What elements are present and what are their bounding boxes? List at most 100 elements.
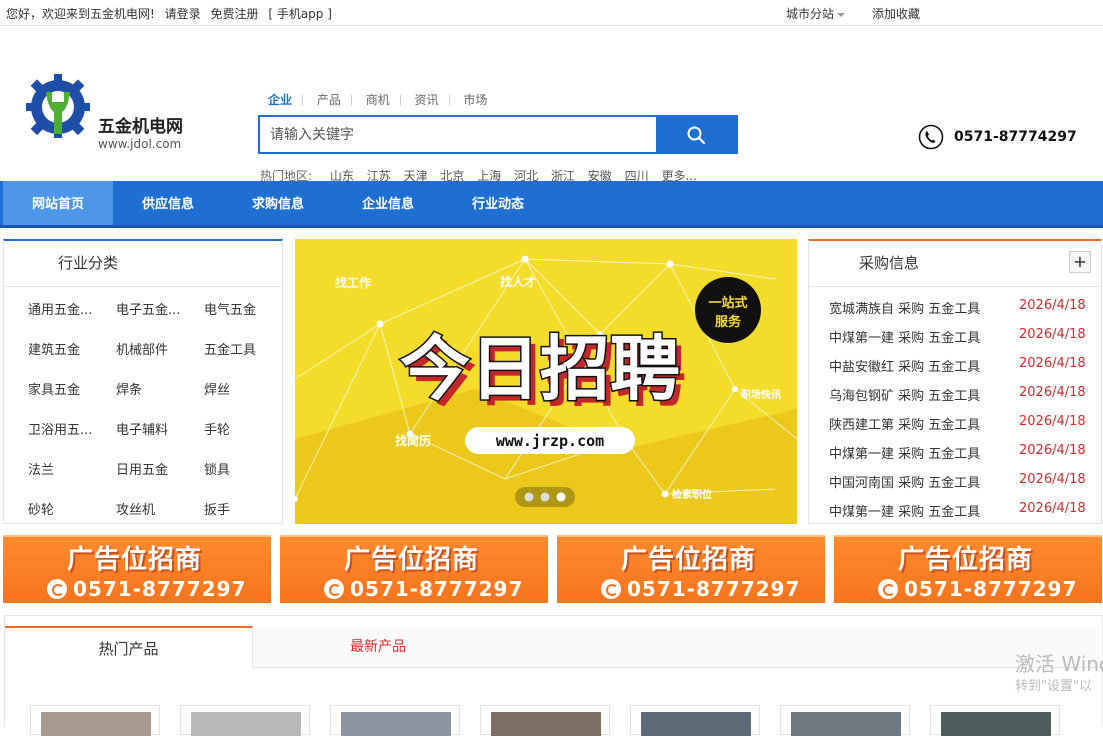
- purchase-row-date: 2026/4/18: [1019, 472, 1086, 487]
- mobile-app-link[interactable]: [ 手机app ]: [268, 7, 332, 21]
- category-link[interactable]: 机械部件: [116, 339, 196, 358]
- ad-banner[interactable]: 广告位招商 0571-8777297: [834, 535, 1102, 603]
- search-input[interactable]: [260, 117, 657, 152]
- nav-industry-news[interactable]: 行业动态: [443, 181, 553, 225]
- ad-phone: 0571-8777297: [601, 577, 800, 601]
- purchase-row[interactable]: 乌海包钢矿 采购 五金工具 2026/4/18: [829, 385, 1101, 404]
- search-tabs: 企业 产品 商机 资讯 市场: [268, 91, 493, 108]
- category-link[interactable]: 五金工具: [204, 339, 284, 358]
- category-link[interactable]: 建筑五金: [28, 339, 108, 358]
- category-link[interactable]: 手轮: [204, 419, 284, 438]
- purchase-row-date: 2026/4/18: [1019, 327, 1086, 342]
- top-bar-left: 您好，欢迎来到五金机电网! 请登录 免费注册 [ 手机app ]: [6, 5, 338, 22]
- ad-phone: 0571-8777297: [47, 577, 246, 601]
- nav-supply[interactable]: 供应信息: [113, 181, 223, 225]
- ad-banner[interactable]: 广告位招商 0571-8777297: [557, 535, 825, 603]
- nav-company[interactable]: 企业信息: [333, 181, 443, 225]
- login-link[interactable]: 请登录: [165, 7, 201, 21]
- purchase-row[interactable]: 中煤第一建 采购 五金工具 2026/4/18: [829, 327, 1101, 346]
- os-activation-watermark-sub: 转到"设置"以: [1015, 679, 1092, 694]
- category-link[interactable]: 日用五金: [116, 459, 196, 478]
- category-link[interactable]: 扳手: [204, 499, 284, 518]
- category-link[interactable]: 砂轮: [28, 499, 108, 518]
- phone-icon: [324, 579, 344, 599]
- purchase-row-text: 陕西建工第 采购 五金工具: [829, 418, 981, 433]
- product-image: [641, 712, 751, 736]
- brand-url: www.jdol.com: [98, 137, 182, 151]
- search-tab-product[interactable]: 产品: [317, 91, 341, 108]
- welcome-text: 您好，欢迎来到五金机电网!: [6, 7, 155, 21]
- category-link[interactable]: 通用五金...: [28, 299, 108, 318]
- nav-home[interactable]: 网站首页: [3, 181, 113, 225]
- banner-url: www.jrzp.com: [496, 432, 604, 450]
- brand-name[interactable]: 五金机电网: [98, 112, 183, 137]
- ad-phone: 0571-8777297: [878, 577, 1077, 601]
- product-thumbnail[interactable]: [480, 705, 610, 736]
- ad-title: 广告位招商: [621, 545, 757, 575]
- top-bar: 您好，欢迎来到五金机电网! 请登录 免费注册 [ 手机app ] 城市分站 添加…: [0, 0, 1103, 26]
- product-thumbnail[interactable]: [180, 705, 310, 736]
- category-link[interactable]: 电气五金: [204, 299, 284, 318]
- carousel-dot[interactable]: [524, 492, 534, 502]
- category-link[interactable]: 法兰: [28, 459, 108, 478]
- category-link[interactable]: 电子五金...: [116, 299, 196, 318]
- tab-divider: [399, 95, 401, 106]
- register-link[interactable]: 免费注册: [210, 7, 258, 21]
- ad-stripe: [280, 535, 548, 537]
- gear-wrench-logo-icon[interactable]: [26, 72, 90, 160]
- category-link[interactable]: 卫浴用五...: [28, 419, 108, 438]
- banner-badge-line1: 一站式: [708, 295, 747, 311]
- search-tab-market[interactable]: 市场: [463, 91, 487, 108]
- banner-tag: 职场快讯: [741, 388, 781, 401]
- search-button[interactable]: [656, 117, 736, 152]
- carousel-dot-active[interactable]: [556, 492, 566, 502]
- product-thumbnail[interactable]: [930, 705, 1060, 736]
- category-link[interactable]: 焊条: [116, 379, 196, 398]
- tab-hot-products[interactable]: 热门产品: [5, 626, 253, 669]
- ad-phone-number: 0571-8777297: [627, 577, 801, 601]
- product-thumbnail[interactable]: [780, 705, 910, 736]
- ad-title: 广告位招商: [898, 545, 1034, 575]
- city-station-dropdown[interactable]: 城市分站: [786, 5, 846, 22]
- add-favorite-link[interactable]: 添加收藏: [872, 5, 920, 22]
- ad-banner[interactable]: 广告位招商 0571-8777297: [3, 535, 271, 603]
- product-thumbnail[interactable]: [330, 705, 460, 736]
- purchase-row-text: 宽城满族自 采购 五金工具: [829, 302, 981, 317]
- search-tab-business[interactable]: 商机: [366, 91, 390, 108]
- search-tab-news[interactable]: 资讯: [415, 91, 439, 108]
- more-purchase-button[interactable]: +: [1069, 251, 1091, 273]
- purchase-row[interactable]: 中煤第一建 采购 五金工具 2026/4/18: [829, 443, 1101, 462]
- carousel-dot[interactable]: [540, 492, 550, 502]
- purchase-row[interactable]: 中煤第一建 采购 五金工具 2026/4/18: [829, 501, 1101, 520]
- purchase-row[interactable]: 陕西建工第 采购 五金工具 2026/4/18: [829, 414, 1101, 433]
- product-image: [941, 712, 1051, 736]
- recruitment-banner[interactable]: 一站式 服务 今日招聘 今日招聘 www.jrzp.com 找工作 找人才 找简…: [295, 239, 797, 524]
- category-link[interactable]: 电子辅料: [116, 419, 196, 438]
- nav-purchase[interactable]: 求购信息: [223, 181, 333, 225]
- tab-new-products[interactable]: 最新产品: [253, 626, 503, 668]
- purchase-row-date: 2026/4/18: [1019, 443, 1086, 458]
- purchase-row-text: 中盐安徽红 采购 五金工具: [829, 360, 981, 375]
- product-thumbnail[interactable]: [630, 705, 760, 736]
- category-link[interactable]: 家具五金: [28, 379, 108, 398]
- purchase-row[interactable]: 宽城满族自 采购 五金工具 2026/4/18: [829, 298, 1101, 317]
- banner-tag: 找人才: [500, 274, 536, 289]
- search-tab-company[interactable]: 企业: [268, 91, 292, 108]
- category-title: 行业分类: [4, 241, 282, 287]
- product-image: [41, 712, 151, 736]
- category-link[interactable]: 锁具: [204, 459, 284, 478]
- purchase-row-date: 2026/4/18: [1019, 298, 1086, 313]
- purchase-panel: 采购信息 + 宽城满族自 采购 五金工具 2026/4/18 中煤第一建 采购 五…: [808, 239, 1102, 524]
- search-box: [258, 115, 738, 154]
- purchase-row[interactable]: 中盐安徽红 采购 五金工具 2026/4/18: [829, 356, 1101, 375]
- purchase-row[interactable]: 中国河南国 采购 五金工具 2026/4/18: [829, 472, 1101, 491]
- ad-banner[interactable]: 广告位招商 0571-8777297: [280, 535, 548, 603]
- product-thumbnail[interactable]: [30, 705, 160, 736]
- product-image: [791, 712, 901, 736]
- purchase-row-text: 中煤第一建 采购 五金工具: [829, 331, 981, 346]
- chevron-down-icon: [837, 12, 846, 17]
- purchase-row-date: 2026/4/18: [1019, 501, 1086, 516]
- category-link[interactable]: 攻丝机: [116, 499, 196, 518]
- category-link[interactable]: 焊丝: [204, 379, 284, 398]
- purchase-row-text: 中煤第一建 采购 五金工具: [829, 447, 981, 462]
